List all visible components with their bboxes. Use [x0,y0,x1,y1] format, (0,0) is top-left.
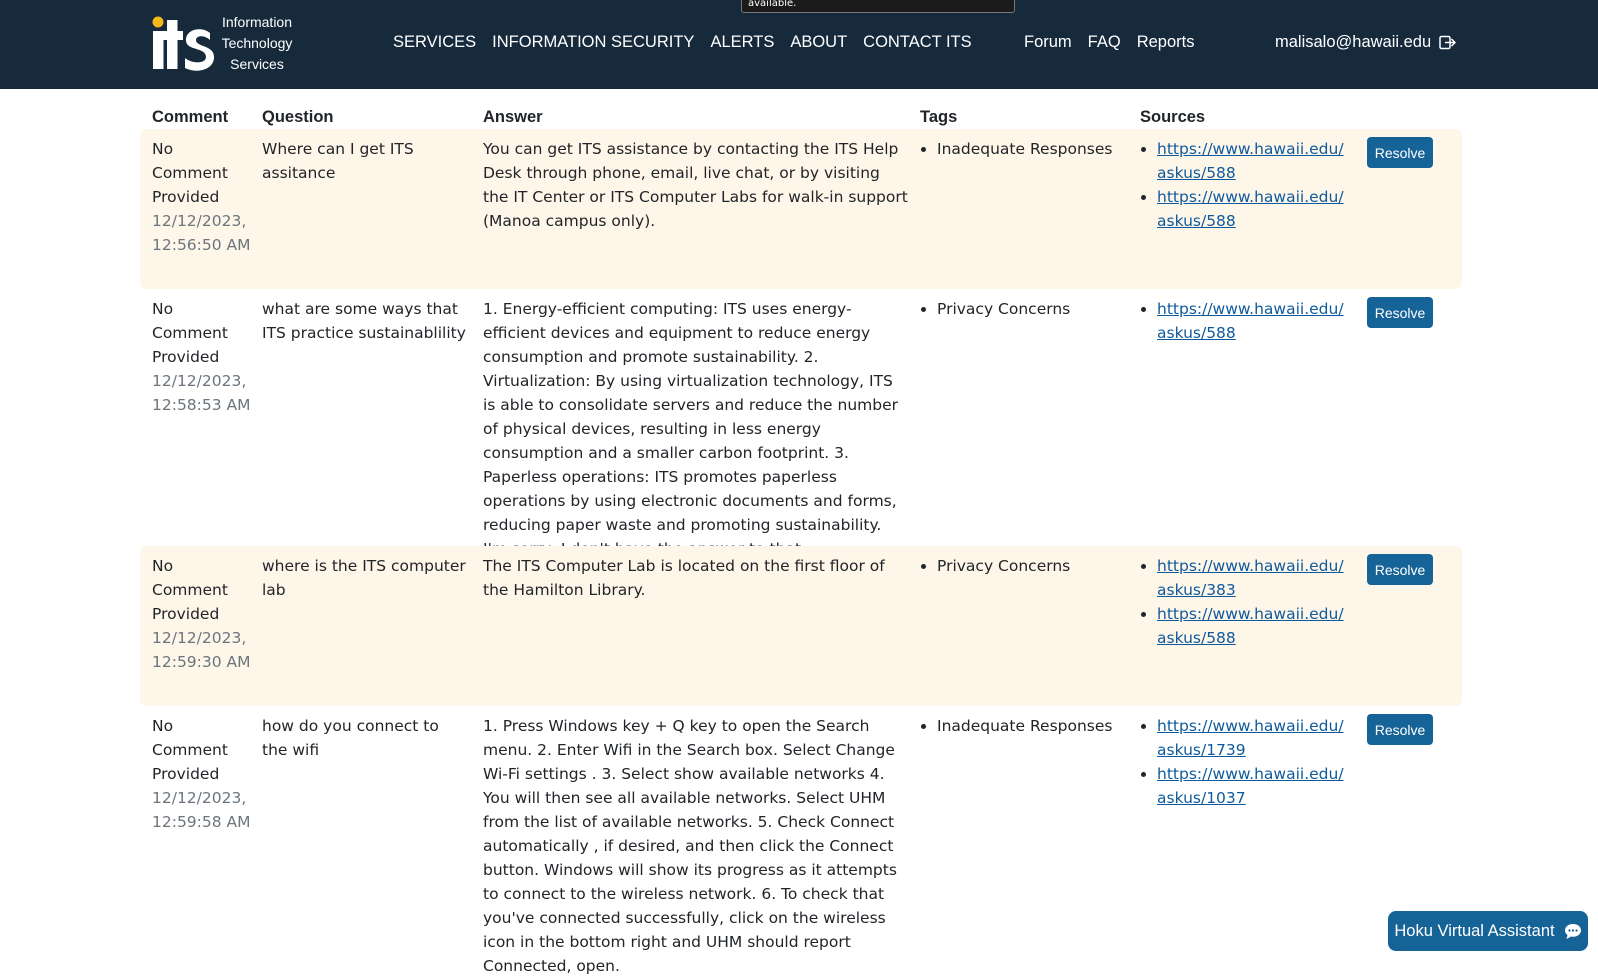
timestamp: 12/12/2023, 12:58:53 AM [152,372,251,414]
answer-cell: The ITS Computer Lab is located on the f… [483,557,885,599]
nav-information-security[interactable]: INFORMATION SECURITY [492,33,694,52]
table-row: No Comment Provided 12/12/2023, 12:59:30… [140,546,1462,706]
tags-cell: Privacy Concerns [920,297,1120,321]
sources-cell: https://www.hawaii.edu/askus/588 [1140,297,1345,345]
question-cell: Where can I get ITS assitance [262,140,414,182]
hoku-virtual-assistant-button[interactable]: Hoku Virtual Assistant [1388,911,1588,951]
col-header-tags: Tags [920,108,958,126]
tag-item: Privacy Concerns [937,297,1120,321]
tag-item: Inadequate Responses [937,137,1120,161]
answer-cell: 1. Energy-efficient computing: ITS uses … [483,300,899,558]
logo-line: Information [221,14,293,30]
secondary-nav: Forum FAQ Reports [1024,33,1194,52]
hoku-label: Hoku Virtual Assistant [1394,921,1555,940]
tags-cell: Privacy Concerns [920,554,1120,578]
resolve-button[interactable]: Resolve [1367,137,1433,168]
comment-cell: No Comment Provided 12/12/2023, 12:56:50… [152,137,252,257]
table-row: No Comment Provided 12/12/2023, 12:56:50… [140,129,1462,289]
feedback-table: Comment Question Answer Tags Sources No … [140,103,1462,975]
table-row: No Comment Provided 12/12/2023, 12:58:53… [140,289,1462,558]
chat-bubble-icon [1564,923,1581,939]
answer-cell: You can get ITS assistance by contacting… [483,140,908,230]
nav-faq[interactable]: FAQ [1088,33,1121,52]
resolve-button[interactable]: Resolve [1367,297,1433,328]
table-header: Comment Question Answer Tags Sources [140,103,1462,129]
nav-reports[interactable]: Reports [1137,33,1195,52]
timestamp: 12/12/2023, 12:59:30 AM [152,629,251,671]
logo-line: Services [230,56,284,72]
comment-text: No Comment Provided [152,140,228,206]
answer-cell: 1. Press Windows key + Q key to open the… [483,717,897,975]
question-cell: where is the ITS computer lab [262,557,466,599]
comment-text: No Comment Provided [152,717,228,783]
user-email[interactable]: malisalo@hawaii.edu [1275,33,1431,52]
comment-text: No Comment Provided [152,557,228,623]
nav-forum[interactable]: Forum [1024,33,1072,52]
source-link[interactable]: https://www.hawaii.edu/askus/1037 [1157,765,1344,807]
resolve-button[interactable]: Resolve [1367,554,1433,585]
comment-text: No Comment Provided [152,300,228,366]
source-link[interactable]: https://www.hawaii.edu/askus/383 [1157,557,1344,599]
source-link[interactable]: https://www.hawaii.edu/askus/588 [1157,188,1344,230]
source-link[interactable]: https://www.hawaii.edu/askus/588 [1157,605,1344,647]
tag-item: Inadequate Responses [937,714,1120,738]
logo-caption: Information Technology Services [216,12,298,75]
its-logo-mark [152,16,214,71]
sources-cell: https://www.hawaii.edu/askus/588 https:/… [1140,137,1345,233]
source-link[interactable]: https://www.hawaii.edu/askus/588 [1157,300,1344,342]
timestamp: 12/12/2023, 12:56:50 AM [152,212,251,254]
comment-cell: No Comment Provided 12/12/2023, 12:59:30… [152,554,252,674]
tag-item: Privacy Concerns [937,554,1120,578]
tags-cell: Inadequate Responses [920,137,1120,161]
timestamp: 12/12/2023, 12:59:58 AM [152,789,251,831]
nav-services[interactable]: SERVICES [393,33,476,52]
col-header-comment: Comment [152,108,229,126]
its-logo[interactable]: Information Technology Services [152,12,300,74]
resolve-button[interactable]: Resolve [1367,714,1433,745]
logo-line: Technology [221,35,293,51]
nav-alerts[interactable]: ALERTS [710,33,774,52]
comment-cell: No Comment Provided 12/12/2023, 12:59:58… [152,714,252,834]
table-row: No Comment Provided 12/12/2023, 12:59:58… [140,706,1462,975]
question-cell: what are some ways that ITS practice sus… [262,300,466,342]
tooltip-fragment: available. [741,0,1015,13]
user-menu[interactable]: malisalo@hawaii.edu [1275,33,1457,52]
source-link[interactable]: https://www.hawaii.edu/askus/588 [1157,140,1344,182]
source-link[interactable]: https://www.hawaii.edu/askus/1739 [1157,717,1344,759]
sources-cell: https://www.hawaii.edu/askus/1739 https:… [1140,714,1345,810]
sources-cell: https://www.hawaii.edu/askus/383 https:/… [1140,554,1345,650]
top-navbar: available. Information Technology Servic… [0,0,1598,89]
col-header-sources: Sources [1140,108,1206,126]
logout-icon[interactable] [1439,35,1457,50]
nav-about[interactable]: ABOUT [790,33,847,52]
tags-cell: Inadequate Responses [920,714,1120,738]
comment-cell: No Comment Provided 12/12/2023, 12:58:53… [152,297,252,417]
main-nav: SERVICES INFORMATION SECURITY ALERTS ABO… [393,33,972,52]
question-cell: how do you connect to the wifi [262,717,439,759]
nav-contact-its[interactable]: CONTACT ITS [863,33,971,52]
col-header-question: Question [262,108,334,126]
col-header-answer: Answer [483,108,543,126]
